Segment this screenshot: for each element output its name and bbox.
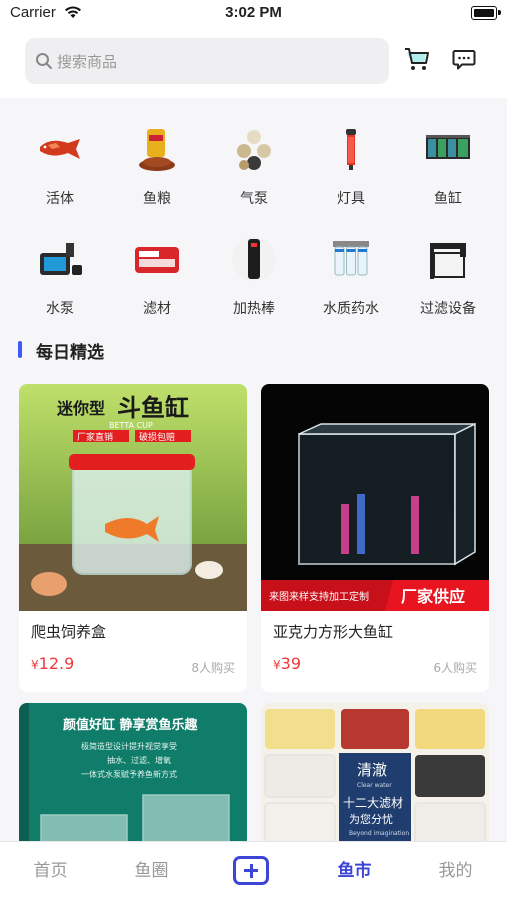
image-text: 斗鱼缸 bbox=[117, 394, 189, 422]
buyer-count: 6人购买 bbox=[433, 661, 477, 675]
product-card[interactable]: 来图来样支持加工定制 厂家供应 亚克力方形大鱼缸 ¥39 6人购买 bbox=[261, 384, 489, 692]
category-heater[interactable]: 加热棒 bbox=[206, 220, 302, 320]
product-card[interactable]: 清澈 Clear water 十二大滤材 为您分忧 Beyond imagina… bbox=[261, 703, 489, 863]
image-text: 破损包赔 bbox=[139, 431, 175, 443]
currency-symbol: ¥ bbox=[273, 658, 281, 672]
section-accent-bar bbox=[18, 341, 22, 358]
tab-home[interactable]: 首页 bbox=[0, 856, 101, 881]
category-fish-tank[interactable]: 鱼缸 bbox=[400, 110, 496, 210]
product-image: 迷你型 斗鱼缸 BETTA CUP 厂家直销 破损包赔 bbox=[19, 384, 247, 611]
image-text: 抽水、过滤、增氧 bbox=[107, 755, 171, 765]
search-icon bbox=[36, 53, 52, 69]
image-text: 厂家供应 bbox=[401, 587, 465, 606]
tab-mine[interactable]: 我的 bbox=[405, 856, 506, 881]
category-lamp[interactable]: 灯具 bbox=[303, 110, 399, 210]
category-label: 水质药水 bbox=[323, 301, 379, 317]
filter-device-icon bbox=[430, 243, 466, 279]
add-post-button[interactable] bbox=[233, 856, 269, 885]
category-water-pump[interactable]: 水泵 bbox=[12, 220, 108, 320]
water-treatment-icon bbox=[333, 241, 369, 276]
category-label: 过滤设备 bbox=[420, 301, 476, 317]
tab-bar: 首页 鱼圈 鱼市 我的 bbox=[0, 841, 507, 901]
arowana-fish-icon bbox=[40, 139, 80, 159]
tab-fish-circle[interactable]: 鱼圈 bbox=[101, 856, 202, 881]
fish-tank-icon bbox=[426, 135, 470, 159]
fish-food-icon bbox=[139, 129, 175, 171]
category-air-pump[interactable]: 气泵 bbox=[206, 110, 302, 210]
section-title: 每日精选 bbox=[36, 343, 104, 363]
category-water-treatment[interactable]: 水质药水 bbox=[303, 220, 399, 320]
image-text: 为您分忧 bbox=[349, 812, 393, 826]
image-text: 来图来样支持加工定制 bbox=[269, 590, 369, 603]
product-image: 清澈 Clear water 十二大滤材 为您分忧 Beyond imagina… bbox=[261, 703, 489, 863]
image-text: BETTA CUP bbox=[109, 421, 153, 430]
category-label: 滤材 bbox=[143, 301, 171, 317]
category-label: 加热棒 bbox=[233, 301, 275, 317]
category-label: 鱼缸 bbox=[434, 191, 462, 207]
battery-icon bbox=[471, 6, 501, 20]
image-text: 迷你型 bbox=[56, 399, 105, 418]
status-bar: Carrier 3:02 PM bbox=[0, 0, 507, 28]
lamp-icon bbox=[346, 129, 356, 170]
product-name: 亚克力方形大鱼缸 bbox=[273, 623, 394, 641]
header: 搜索商品 bbox=[0, 28, 507, 98]
image-text: 一体式水泵赋予养鱼新方式 bbox=[81, 769, 177, 779]
product-image: 来图来样支持加工定制 厂家供应 bbox=[261, 384, 489, 611]
image-text: 十二大滤材 bbox=[343, 796, 403, 810]
search-placeholder: 搜索商品 bbox=[57, 53, 118, 71]
clock: 3:02 PM bbox=[225, 4, 282, 21]
image-text: 清澈 bbox=[357, 761, 387, 779]
product-card[interactable]: 颜值好缸 静享赏鱼乐趣 极简造型设计提升视觉享受 抽水、过滤、增氧 一体式水泵赋… bbox=[19, 703, 247, 863]
category-label: 灯具 bbox=[337, 191, 365, 207]
message-icon[interactable] bbox=[452, 49, 476, 71]
product-name: 爬虫饲养盒 bbox=[31, 623, 107, 641]
search-input[interactable]: 搜索商品 bbox=[25, 38, 389, 84]
product-card[interactable]: 迷你型 斗鱼缸 BETTA CUP 厂家直销 破损包赔 爬虫饲养盒 ¥12.9 … bbox=[19, 384, 247, 692]
category-label: 气泵 bbox=[240, 191, 268, 207]
heater-rod-icon bbox=[232, 237, 276, 281]
cart-icon[interactable] bbox=[404, 47, 432, 73]
price-value: 39 bbox=[280, 654, 301, 673]
image-text: Clear water bbox=[357, 782, 392, 789]
image-text: 颜值好缸 静享赏鱼乐趣 bbox=[63, 717, 199, 733]
filter-media-icon bbox=[135, 247, 179, 273]
product-price: ¥12.9 bbox=[31, 654, 74, 673]
category-grid: 活体 鱼粮 气泵 灯具 鱼缸 水泵 滤材 加热棒 水质药水 过滤设备 bbox=[0, 98, 507, 317]
currency-symbol: ¥ bbox=[31, 658, 39, 672]
category-filter-device[interactable]: 过滤设备 bbox=[400, 220, 496, 320]
category-fish-food[interactable]: 鱼粮 bbox=[109, 110, 205, 210]
category-label: 鱼粮 bbox=[143, 191, 171, 207]
water-pump-icon bbox=[40, 243, 82, 275]
category-label: 水泵 bbox=[46, 301, 74, 317]
category-label: 活体 bbox=[46, 191, 74, 207]
buyer-count: 8人购买 bbox=[191, 661, 235, 675]
category-live-fish[interactable]: 活体 bbox=[12, 110, 108, 210]
image-text: 极简造型设计提升视觉享受 bbox=[81, 741, 177, 751]
image-text: Beyond imagination bbox=[349, 830, 409, 837]
product-price: ¥39 bbox=[273, 654, 301, 673]
product-image: 颜值好缸 静享赏鱼乐趣 极简造型设计提升视觉享受 抽水、过滤、增氧 一体式水泵赋… bbox=[19, 703, 247, 863]
image-text: 厂家直销 bbox=[77, 431, 113, 443]
category-filter-media[interactable]: 滤材 bbox=[109, 220, 205, 320]
price-value: 12.9 bbox=[38, 654, 75, 673]
air-pump-icon bbox=[237, 130, 271, 170]
tab-fish-market[interactable]: 鱼市 bbox=[304, 856, 405, 881]
